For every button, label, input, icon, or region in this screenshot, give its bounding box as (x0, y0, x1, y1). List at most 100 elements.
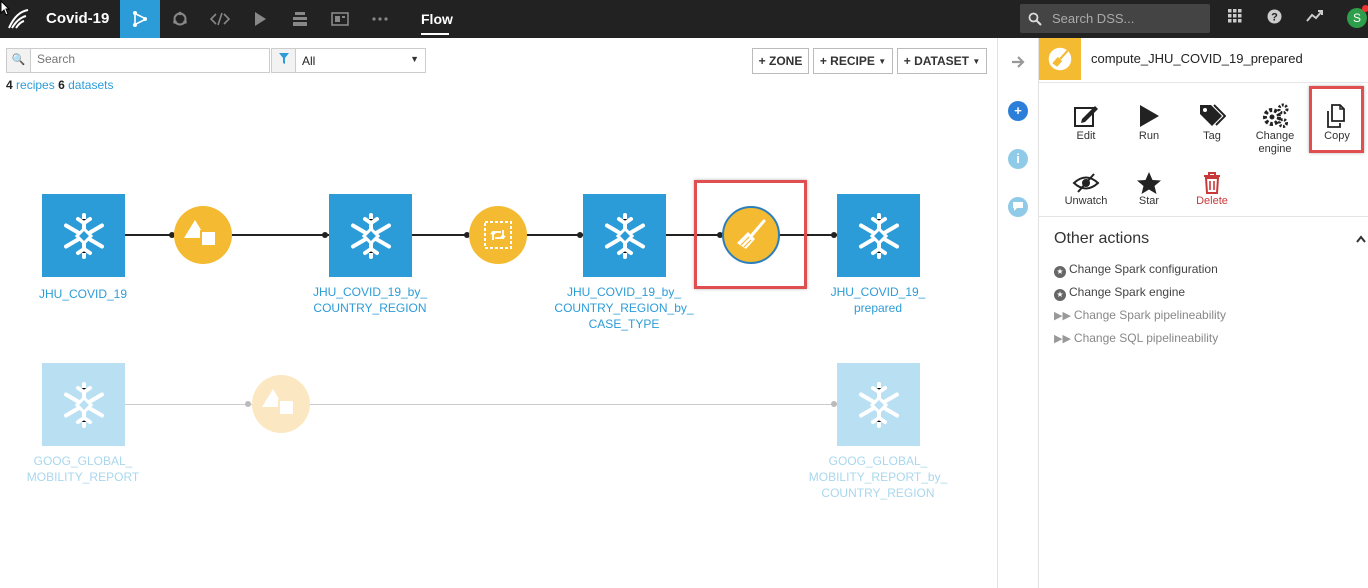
edit-button[interactable]: Edit (1056, 102, 1116, 143)
avatar-initial: S (1352, 11, 1361, 25)
stack-icon[interactable] (280, 0, 320, 38)
dataset-node-jhu-covid-19-by-country-region[interactable] (329, 194, 412, 277)
user-avatar[interactable]: S (1347, 5, 1368, 28)
dataset-node-jhu-covid-19-by-country-region-by-case-type[interactable] (583, 194, 666, 277)
chevron-down-icon: ▼ (410, 54, 419, 64)
star-label: Star (1138, 195, 1160, 207)
trend-icon[interactable] (1306, 9, 1324, 23)
dataset-node-jhu-covid-19-prepared[interactable] (837, 194, 920, 277)
flow-tab[interactable]: Flow (421, 11, 453, 27)
recipes-count: 4 (6, 78, 13, 92)
dashboard-icon[interactable] (320, 0, 360, 38)
add-zone-button[interactable]: + ZONE (752, 48, 809, 74)
snowflake-icon (63, 381, 104, 428)
unwatch-label: Unwatch (1064, 195, 1108, 207)
flow-link (124, 404, 837, 405)
snowflake-icon (350, 212, 391, 259)
action-label: Change SQL pipelineability (1073, 331, 1219, 345)
gears-icon (1263, 103, 1289, 128)
dataset-label[interactable]: JHU_COVID_19 (8, 286, 158, 302)
chevron-up-icon[interactable] (1356, 235, 1366, 243)
other-actions-title: Other actions (1054, 230, 1150, 247)
group-recipe-node[interactable] (174, 206, 232, 264)
change-engine-label: engine (1258, 143, 1292, 155)
pivot-recipe-node[interactable] (469, 206, 527, 264)
dataset-label-line: prepared (853, 301, 903, 315)
dataset-label[interactable]: JHU_COVID_19_by_ COUNTRY_REGION (295, 284, 445, 316)
change-spark-pipelineability-action[interactable]: ▶▶ Change Spark pipelineability (1054, 308, 1226, 322)
flow-icon[interactable] (120, 0, 160, 38)
run-icon[interactable] (240, 0, 280, 38)
change-engine-button[interactable]: Change engine (1245, 102, 1305, 156)
change-spark-engine-action[interactable]: ★ Change Spark engine (1054, 285, 1185, 301)
dataset-label[interactable]: GOOG_GLOBAL_ MOBILITY_REPORT (8, 453, 158, 485)
chevron-down-icon: ▼ (972, 56, 981, 66)
info-tab-icon[interactable]: i (1008, 149, 1028, 169)
change-engine-label: Change (1255, 130, 1295, 142)
divider (1039, 216, 1368, 217)
dataset-label[interactable]: JHU_COVID_19_ prepared (803, 284, 953, 316)
trash-icon (1204, 172, 1220, 194)
star-button[interactable]: Star (1119, 171, 1179, 208)
delete-button[interactable]: Delete (1182, 171, 1242, 208)
add-recipe-button[interactable]: + RECIPE ▼ (813, 48, 893, 74)
right-panel-tabs: + i (997, 38, 1039, 588)
divider (1039, 82, 1368, 83)
flow-counts: 4 recipes 6 datasets (6, 78, 113, 92)
change-spark-configuration-action[interactable]: ★ Change Spark configuration (1054, 262, 1218, 278)
group-recipe-node-faded[interactable] (252, 375, 310, 433)
dataset-node-goog-global-mobility-report[interactable] (42, 363, 125, 446)
actions-tab-icon[interactable]: + (1008, 101, 1028, 121)
dataset-label-line: MOBILITY_REPORT_by_ (808, 470, 948, 484)
prepare-recipe-icon (1039, 38, 1081, 80)
code-icon[interactable] (200, 0, 240, 38)
collapse-arrow-icon[interactable] (1010, 54, 1026, 70)
unwatch-button[interactable]: Unwatch (1056, 171, 1116, 208)
dataset-label-line: JHU_COVID_19_by_ (312, 285, 428, 299)
apps-grid-icon[interactable] (1228, 9, 1242, 23)
dataset-label-line: GOOG_GLOBAL_ (828, 454, 928, 468)
cycle-icon[interactable] (160, 0, 200, 38)
dataset-label-line: JHU_COVID_19 (38, 287, 128, 301)
more-icon[interactable] (360, 0, 400, 38)
tag-icon (1200, 104, 1226, 126)
copy-button-highlight (1309, 86, 1364, 153)
datasets-link[interactable]: datasets (68, 78, 113, 92)
search-icon: 🔍 (7, 49, 31, 72)
filter-icon (272, 49, 296, 72)
svg-text:?: ? (1271, 12, 1278, 24)
edit-icon (1074, 106, 1098, 127)
flow-canvas[interactable]: 🔍 All ▼ 4 recipes 6 datasets + ZONE + RE… (0, 38, 997, 588)
dss-logo-icon[interactable] (6, 6, 30, 32)
flow-search-box[interactable]: 🔍 (6, 48, 270, 73)
spark-icon: ★ (1054, 266, 1066, 278)
project-name[interactable]: Covid-19 (46, 10, 109, 27)
flow-filter-select[interactable]: All ▼ (271, 48, 426, 73)
datasets-count: 6 (58, 78, 65, 92)
active-tab-underline (421, 33, 449, 35)
tag-button[interactable]: Tag (1182, 102, 1242, 143)
flow-search-input[interactable] (37, 52, 257, 66)
panel-header: compute_JHU_COVID_19_prepared (1039, 38, 1368, 82)
search-placeholder: Search DSS... (1052, 11, 1135, 26)
snowflake-icon (63, 212, 104, 259)
dataset-node-goog-global-mobility-report-by-country-region[interactable] (837, 363, 920, 446)
recipes-link[interactable]: recipes (16, 78, 55, 92)
change-sql-pipelineability-action[interactable]: ▶▶ Change SQL pipelineability (1054, 331, 1218, 345)
dataset-label[interactable]: GOOG_GLOBAL_ MOBILITY_REPORT_by_ COUNTRY… (803, 453, 953, 501)
dataset-label-line: MOBILITY_REPORT (26, 470, 140, 484)
run-icon (1140, 105, 1159, 127)
panel-title: compute_JHU_COVID_19_prepared (1091, 51, 1303, 66)
dataset-node-jhu-covid-19[interactable] (42, 194, 125, 277)
dataset-label-line: COUNTRY_REGION (821, 486, 935, 500)
actions-panel: compute_JHU_COVID_19_prepared Edit Run T… (1039, 38, 1368, 588)
run-button[interactable]: Run (1119, 102, 1179, 143)
dataset-label-line: COUNTRY_REGION (313, 301, 427, 315)
pivot-recipe-icon (484, 221, 512, 249)
add-dataset-button[interactable]: + DATASET ▼ (897, 48, 987, 74)
dss-search-box[interactable]: Search DSS... (1020, 4, 1210, 33)
help-icon[interactable]: ? (1267, 9, 1282, 24)
dataset-label-line: COUNTRY_REGION_by_ (554, 301, 694, 315)
discussion-tab-icon[interactable] (1008, 197, 1028, 217)
dataset-label[interactable]: JHU_COVID_19_by_ COUNTRY_REGION_by_ CASE… (549, 284, 699, 332)
